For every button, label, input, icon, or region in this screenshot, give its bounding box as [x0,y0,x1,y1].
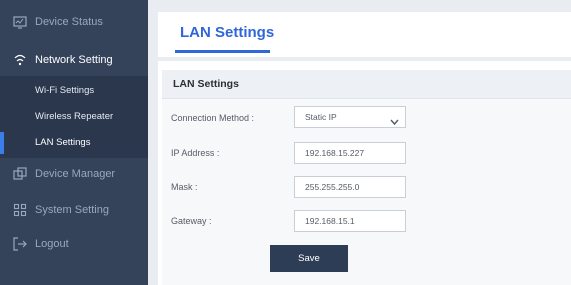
sidebar-item-device-status[interactable]: Device Status [0,12,148,32]
sidebar-item-device-manager[interactable]: Device Manager [0,164,148,184]
divider [158,57,571,61]
sidebar-subitem-lan-settings[interactable]: LAN Settings [0,137,148,148]
gateway-input[interactable]: 192.168.15.1 [294,210,406,232]
sidebar-item-system-setting[interactable]: System Setting [0,200,148,220]
wifi-icon [13,53,27,67]
tab-lan-settings[interactable]: LAN Settings [180,24,274,41]
ip-address-input[interactable]: 192.168.15.227 [294,142,406,164]
connection-method-value: Static IP [305,112,337,122]
sidebar-item-label: Network Setting [35,54,113,66]
save-button[interactable]: Save [270,245,348,272]
connection-method-select[interactable]: Static IP [294,106,406,128]
mask-label: Mask : [171,182,198,192]
devices-icon [13,167,27,181]
sidebar-item-label: System Setting [35,204,109,216]
panel-title: LAN Settings [173,78,239,90]
logout-icon [13,237,27,251]
sidebar-item-logout[interactable]: Logout [0,234,148,254]
sidebar-subitem-wifi-settings[interactable]: Wi-Fi Settings [0,85,148,96]
sidebar-item-label: Device Manager [35,168,116,180]
mask-input[interactable]: 255.255.255.0 [294,176,406,198]
ip-address-label: IP Address : [171,148,220,158]
settings-grid-icon [13,203,27,217]
sidebar-subitem-wireless-repeater[interactable]: Wireless Repeater [0,111,148,122]
sidebar-item-network-setting[interactable]: Network Setting [0,50,148,70]
sidebar-item-label: Device Status [35,16,103,28]
monitor-icon [13,15,27,29]
connection-method-label: Connection Method : [171,113,255,123]
gateway-label: Gateway : [171,216,212,226]
tab-active-underline [175,50,270,53]
sidebar-item-label: Logout [35,238,69,250]
chevron-down-icon [390,113,399,133]
